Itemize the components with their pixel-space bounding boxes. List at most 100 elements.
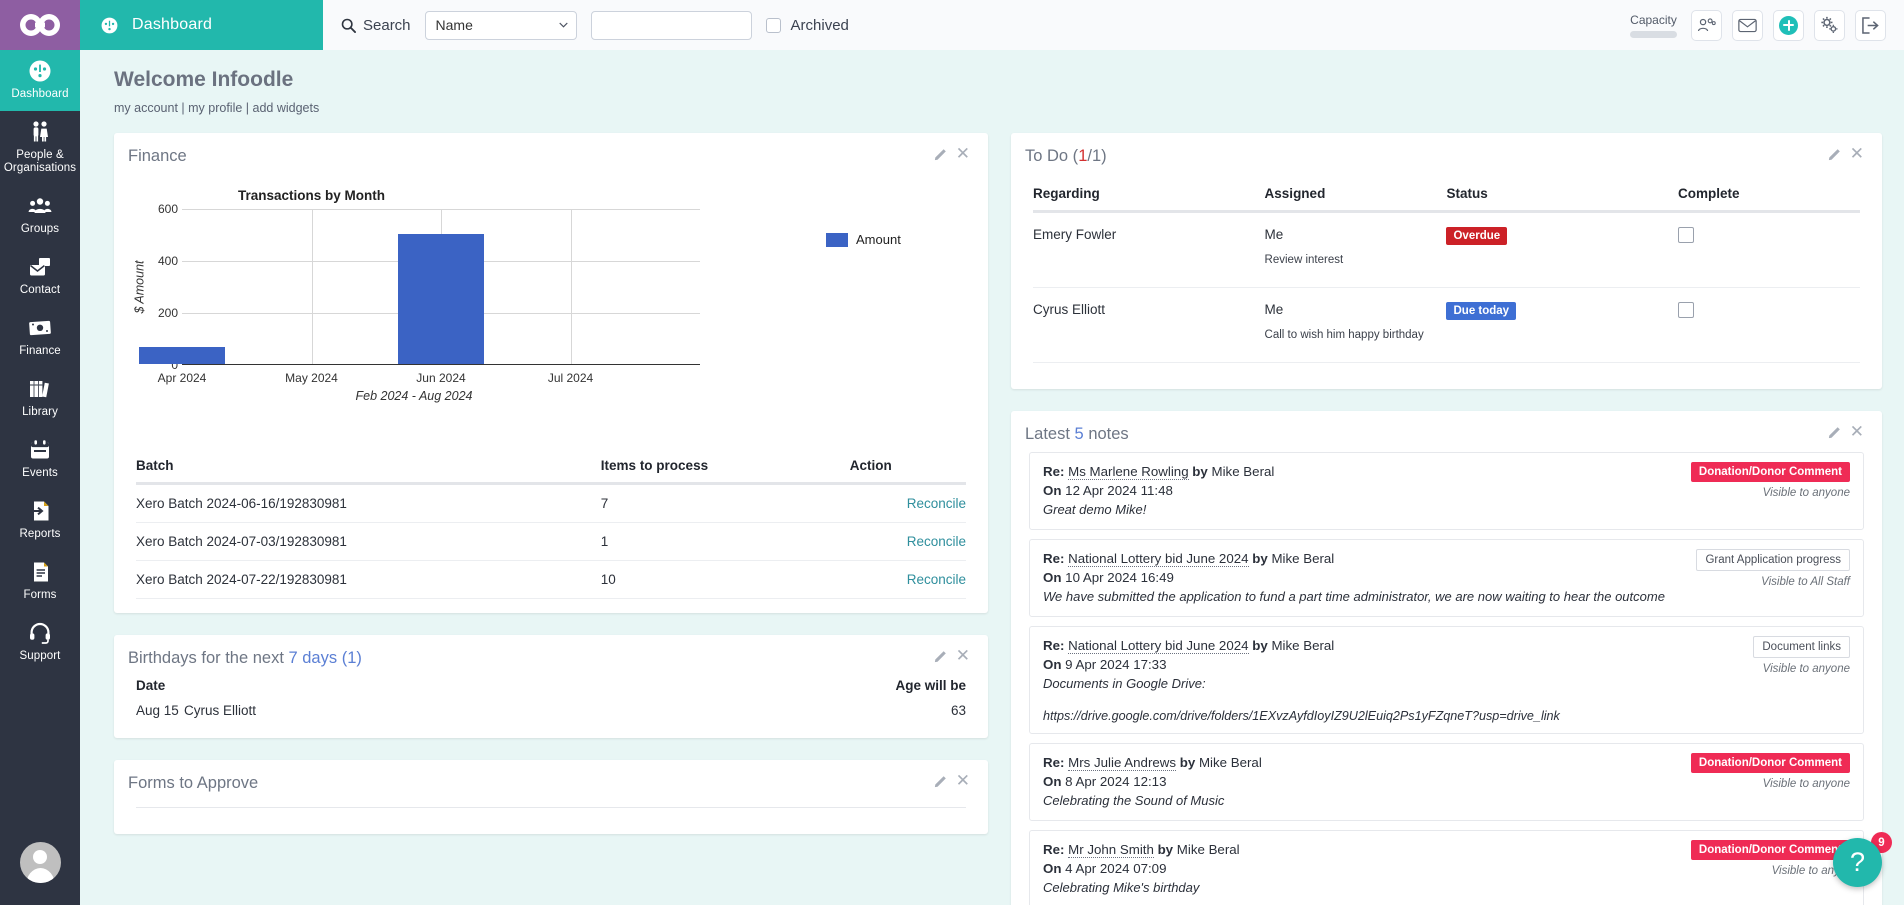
link-add-widgets[interactable]: add widgets: [253, 101, 320, 115]
note-re-label: Re:: [1043, 464, 1065, 479]
sidebar-item-library[interactable]: Library: [0, 368, 80, 429]
note-reference[interactable]: Mr John Smith: [1068, 842, 1154, 858]
note-by-label: by: [1179, 755, 1196, 770]
note-reference[interactable]: National Lottery bid June 2024: [1068, 551, 1249, 567]
close-icon[interactable]: ✕: [956, 647, 970, 664]
cell-batch: Xero Batch 2024-06-16/192830981: [136, 483, 601, 523]
reconcile-link[interactable]: Reconcile: [907, 534, 966, 549]
cell-items: 1: [600, 522, 850, 561]
finance-icon: [29, 320, 51, 336]
todo-note: Review interest: [1264, 254, 1344, 266]
legend-swatch: [826, 232, 848, 247]
birthdays-title-link[interactable]: 7 days (1): [289, 649, 362, 667]
sidebar-item-forms[interactable]: Forms: [0, 551, 80, 612]
reconcile-link[interactable]: Reconcile: [907, 496, 966, 511]
chart-y-tick: 400: [157, 254, 178, 268]
cell-regarding[interactable]: Emery Fowler: [1033, 211, 1265, 288]
search-input[interactable]: [590, 10, 752, 40]
settings-button[interactable]: [1814, 9, 1845, 41]
sidebar-item-label: People & Organisations: [3, 149, 77, 174]
close-icon[interactable]: ✕: [956, 145, 970, 162]
note-side: Donation/Donor Comment Visible to anyor: [1680, 840, 1850, 897]
note-url[interactable]: https://drive.google.com/drive/folders/1…: [1043, 709, 1668, 723]
finance-batch-table: Batch Items to process Action Xero Batch…: [136, 448, 966, 599]
widget-tools: ✕: [934, 772, 970, 789]
link-sep-1: |: [177, 101, 189, 115]
complete-checkbox[interactable]: [1678, 302, 1695, 318]
note-main: Re: Ms Marlene Rowling by Mike Beral On 1…: [1043, 462, 1668, 519]
note-on-label: On: [1043, 774, 1062, 789]
close-icon[interactable]: ✕: [1850, 423, 1864, 440]
sidebar-item-events[interactable]: Events: [0, 429, 80, 490]
sidebar-item-support[interactable]: Support: [0, 612, 80, 673]
nav-dashboard-label: Dashboard: [132, 16, 213, 33]
search-field-select[interactable]: Name: [424, 10, 577, 40]
capacity-label: Capacity: [1630, 12, 1677, 27]
user-avatar-wrap[interactable]: [0, 842, 80, 905]
complete-checkbox[interactable]: [1678, 227, 1695, 243]
edit-icon[interactable]: [1828, 147, 1842, 161]
edit-icon[interactable]: [934, 147, 948, 161]
sidebar-item-reports[interactable]: Reports: [0, 490, 80, 551]
note-tag: Document links: [1753, 636, 1850, 658]
logout-button[interactable]: [1855, 9, 1886, 41]
cell-assigned: Me: [1264, 227, 1284, 242]
sidebar-item-label: Library: [22, 406, 58, 418]
people-button[interactable]: [1691, 9, 1722, 41]
sidebar-item-finance[interactable]: Finance: [0, 307, 80, 368]
app-logo[interactable]: [0, 0, 80, 50]
note-re-label: Re:: [1043, 638, 1065, 653]
archived-filter[interactable]: Archived: [765, 17, 849, 34]
nav-dashboard-header[interactable]: Dashboard: [80, 0, 323, 50]
birthday-date: Aug 15: [136, 703, 179, 718]
messages-button[interactable]: [1732, 9, 1763, 41]
search-field-select-wrap[interactable]: Name: [424, 10, 577, 40]
sidebar-item-contact[interactable]: Contact: [0, 246, 80, 307]
link-my-account[interactable]: my account: [114, 101, 178, 115]
add-button[interactable]: [1773, 9, 1804, 41]
cell-items: 10: [600, 560, 850, 599]
forms-to-approve-widget: Forms to Approve ✕: [114, 760, 988, 834]
note-side: Donation/Donor Comment Visible to anyone: [1680, 462, 1850, 519]
help-button[interactable]: ?: [1833, 838, 1882, 887]
note-by-label: by: [1157, 842, 1174, 857]
sidebar-item-dashboard[interactable]: Dashboard: [0, 50, 80, 111]
note-re-label: Re:: [1043, 842, 1065, 857]
note-tag: Donation/Donor Comment: [1690, 840, 1850, 860]
avatar[interactable]: [19, 842, 61, 883]
note-visibility: Visible to anyone: [1762, 778, 1850, 790]
chart-gridline-vertical: [311, 209, 313, 364]
archived-checkbox[interactable]: [765, 17, 781, 33]
edit-icon[interactable]: [934, 649, 948, 663]
notes-title-prefix: Latest: [1025, 425, 1075, 443]
list-item: Re: Mr John Smith by Mike Beral On 4 Apr …: [1029, 830, 1864, 905]
note-on-label: On: [1043, 657, 1062, 672]
sidebar-item-people-organisations[interactable]: People & Organisations: [0, 111, 80, 185]
todo-table-body: Emery Fowler Me Review interest Overdue Cyru…: [1033, 211, 1860, 363]
app-shell: Dashboard People & Organisations Groups: [0, 50, 1904, 905]
birthdays-widget-header: Birthdays for the next 7 days (1) ✕: [114, 635, 988, 668]
note-subject: Re: National Lottery bid June 2024 by Mi…: [1043, 549, 1668, 568]
note-on-label: On: [1043, 483, 1062, 498]
sidebar-item-label: Finance: [19, 345, 61, 357]
note-reference[interactable]: Mrs Julie Andrews: [1068, 755, 1177, 771]
infoodle-logo-icon: [20, 14, 60, 36]
note-body: Celebrating Mike's birthday: [1043, 880, 1200, 895]
birthday-name[interactable]: Cyrus Elliott: [184, 703, 951, 718]
note-reference[interactable]: Ms Marlene Rowling: [1068, 464, 1189, 480]
groups-icon: [28, 198, 52, 213]
reconcile-link[interactable]: Reconcile: [907, 572, 966, 587]
close-icon[interactable]: ✕: [1850, 145, 1864, 162]
cell-regarding[interactable]: Cyrus Elliott: [1033, 287, 1265, 363]
link-my-profile[interactable]: my profile: [188, 101, 242, 115]
col-batch: Batch: [136, 448, 601, 485]
chart-x-axis-label: Feb 2024 - Aug 2024: [355, 389, 473, 403]
edit-icon[interactable]: [934, 774, 948, 788]
chart-x-tick: Jun 2024: [416, 371, 466, 385]
table-row: Cyrus Elliott Me Call to wish him happy bi…: [1033, 287, 1860, 363]
sidebar-item-groups[interactable]: Groups: [0, 185, 80, 246]
note-reference[interactable]: National Lottery bid June 2024: [1068, 638, 1249, 654]
close-icon[interactable]: ✕: [956, 772, 970, 789]
col-complete: Complete: [1678, 176, 1860, 213]
edit-icon[interactable]: [1828, 425, 1842, 439]
